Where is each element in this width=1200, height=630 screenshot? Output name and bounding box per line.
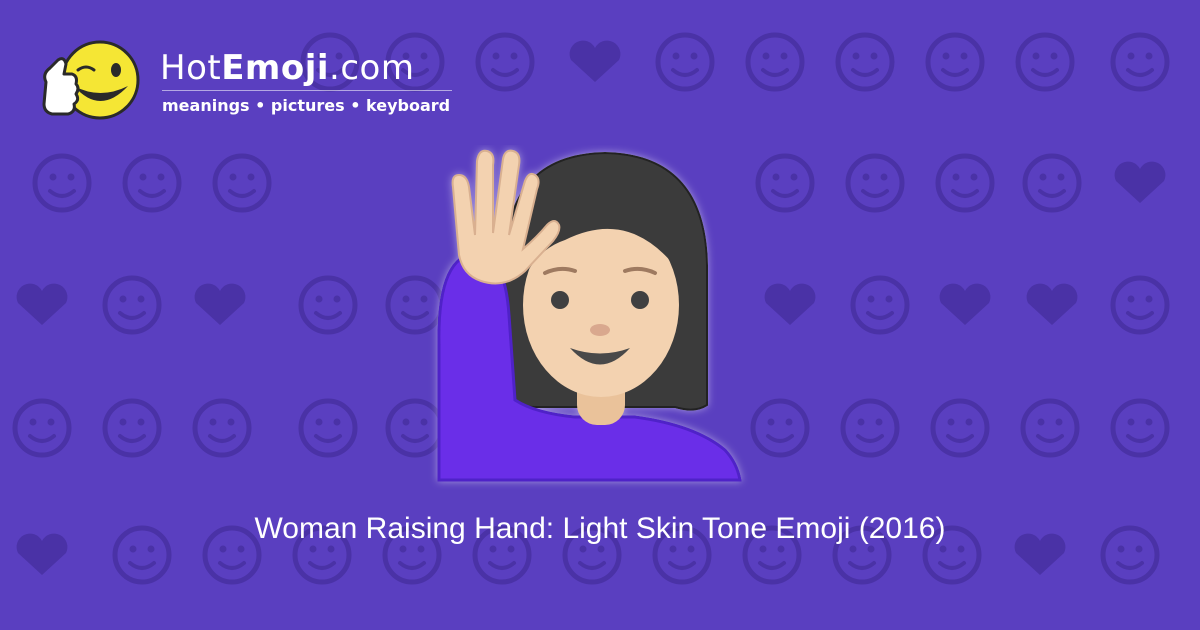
emoji-title: Woman Raising Hand: Light Skin Tone Emoj… [254,512,946,545]
logo-divider [162,90,452,91]
site-logo[interactable]: HotEmoji.com meanings • pictures • keybo… [38,34,458,134]
site-tagline: meanings • pictures • keyboard [162,96,451,115]
woman-raising-hand-light-skin-tone-icon [437,149,742,482]
site-name-light: Hot [160,48,222,88]
site-name-bold: Emoji [221,48,330,88]
thumbs-up-winking-face-icon [42,40,140,120]
site-name: HotEmoji.com [160,48,414,88]
site-name-tld: .com [329,48,415,88]
